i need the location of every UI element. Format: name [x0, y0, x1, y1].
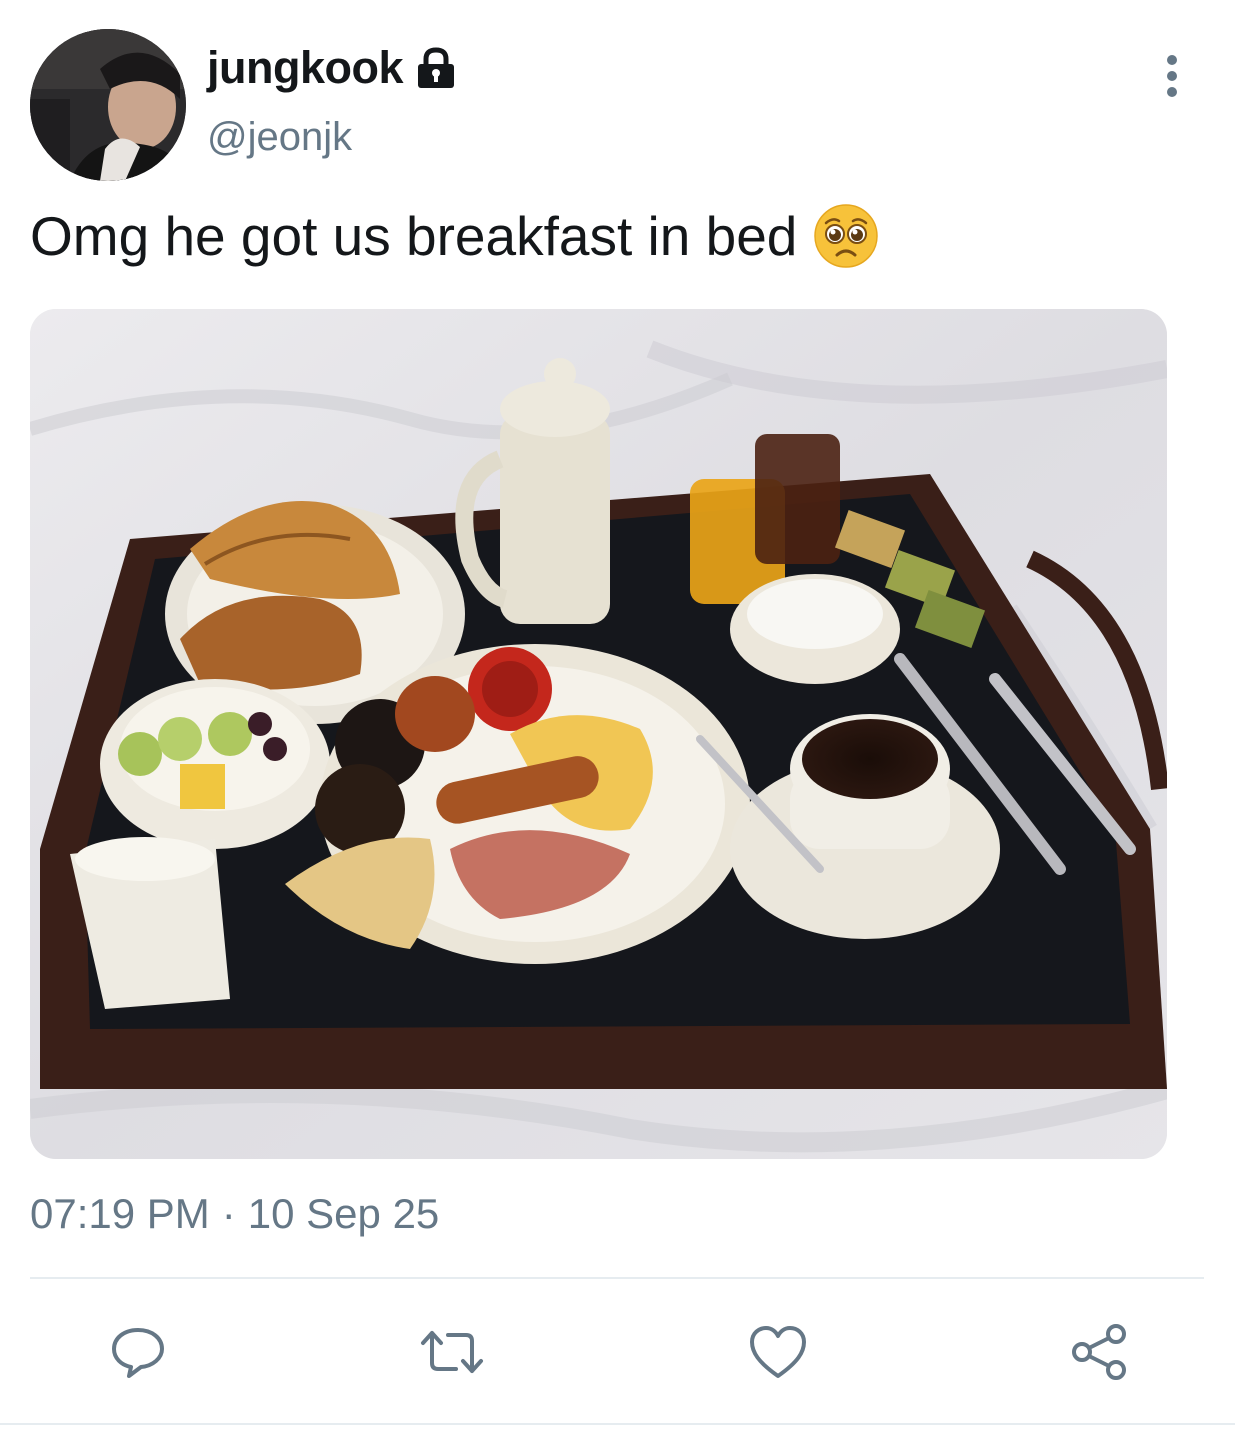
- heart-icon: [750, 1326, 806, 1378]
- divider: [30, 1277, 1204, 1279]
- more-vertical-icon: [1167, 55, 1177, 97]
- avatar[interactable]: [30, 29, 186, 181]
- pleading-face-emoji-icon: [813, 203, 879, 269]
- retweet-button[interactable]: [420, 1320, 484, 1384]
- tweet-card: jungkook @jeonjk Omg he got us breakfast…: [0, 0, 1235, 1443]
- tweet-date: 10 Sep 25: [247, 1190, 440, 1237]
- bottom-divider: [0, 1423, 1235, 1425]
- lock-icon: [413, 45, 459, 91]
- reply-button[interactable]: [106, 1320, 170, 1384]
- handle[interactable]: @jeonjk: [207, 115, 352, 160]
- retweet-icon: [421, 1331, 483, 1373]
- tweet-text: Omg he got us breakfast in bed: [30, 203, 879, 269]
- timestamp[interactable]: 07:19 PM · 10 Sep 25: [30, 1190, 439, 1238]
- display-name-row: jungkook: [207, 40, 459, 96]
- like-button[interactable]: [746, 1320, 810, 1384]
- display-name[interactable]: jungkook: [207, 42, 404, 94]
- share-button[interactable]: [1068, 1320, 1132, 1384]
- timestamp-separator: ·: [221, 1190, 236, 1237]
- tweet-time: 07:19 PM: [30, 1190, 210, 1237]
- tweet-body: Omg he got us breakfast in bed: [30, 205, 798, 267]
- breakfast-tray-photo-icon: [30, 309, 1167, 1159]
- more-options-button[interactable]: [1150, 52, 1194, 100]
- share-icon: [1072, 1324, 1126, 1380]
- reply-icon: [112, 1328, 164, 1378]
- tweet-media-photo[interactable]: [30, 309, 1167, 1159]
